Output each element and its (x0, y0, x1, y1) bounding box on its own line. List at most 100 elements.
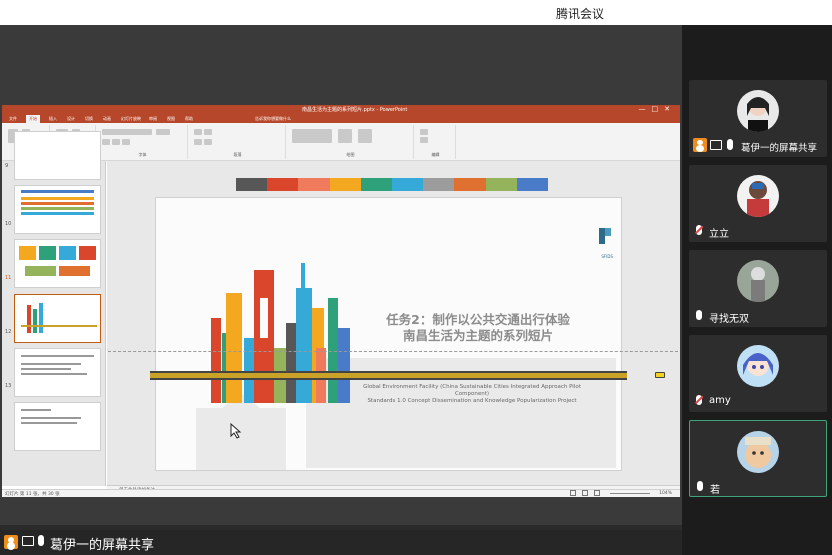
zoom-slider[interactable] (610, 493, 650, 494)
shared-screen: 南昌生活为主题的系列短片.pptx - PowerPoint —□✕ 文件 开始… (0, 25, 682, 525)
tab-animations[interactable]: 动画 (100, 115, 114, 123)
thumb-number: 13 (5, 383, 12, 389)
screen-share-icon (22, 536, 34, 546)
ppt-ribbon-tabs: 文件 开始 插入 设计 切换 动画 幻灯片放映 审阅 视图 帮助 告诉我你想要做… (2, 115, 680, 123)
avatar (737, 345, 779, 387)
slide-sorter-icon[interactable] (582, 490, 588, 496)
mouse-cursor-icon (230, 423, 242, 439)
ppt-window-controls[interactable]: —□✕ (639, 105, 676, 113)
reading-view-icon[interactable] (594, 490, 600, 496)
avatar (737, 431, 779, 473)
color-swatch (392, 178, 424, 191)
screen-share-label: 葛伊一的屏幕共享 (50, 538, 155, 553)
user-icon (693, 138, 707, 152)
ribbon-group-font: 字体 (98, 125, 188, 159)
color-swatch (485, 178, 517, 191)
sfids-logo-mark (599, 228, 611, 244)
slide-canvas[interactable]: 任务2：制作以公共交通出行体验 南昌生活为主题的系列短片 Global Envi… (155, 197, 622, 471)
microphone-icon (727, 139, 733, 150)
underline-button[interactable] (122, 139, 130, 145)
slide-title[interactable]: 任务2：制作以公共交通出行体验 南昌生活为主题的系列短片 (368, 312, 588, 344)
slide-logo-text: SFIDS (601, 254, 613, 259)
color-swatch (360, 178, 393, 191)
tell-me-search[interactable]: 告诉我你想要做什么 (252, 115, 294, 123)
slide-thumbnail[interactable] (14, 185, 101, 234)
bold-button[interactable] (102, 139, 110, 145)
italic-button[interactable] (112, 139, 120, 145)
slide-subtitle[interactable]: Global Environment Facility (China Susta… (352, 384, 592, 405)
microphone-icon (697, 481, 703, 491)
color-swatch (454, 178, 486, 191)
slide-title-line2: 南昌生活为主题的系列短片 (402, 328, 553, 343)
font-family-select[interactable] (102, 129, 152, 135)
microphone-icon (696, 310, 702, 320)
ppt-titlebar: 南昌生活为主题的系列短片.pptx - PowerPoint —□✕ (2, 105, 680, 115)
microphone-icon[interactable] (38, 535, 44, 546)
screen-share-icon (710, 140, 722, 150)
tab-home[interactable]: 开始 (26, 115, 40, 123)
meeting-stage: 南昌生活为主题的系列短片.pptx - PowerPoint —□✕ 文件 开始… (0, 25, 682, 555)
ribbon-group-paragraph: 段落 (190, 125, 286, 159)
participant-name: 葛伊一的屏幕共享 (741, 143, 818, 154)
participant-tile[interactable]: 葛伊一的屏幕共享 (689, 80, 827, 157)
city-skyline-illustration (211, 263, 350, 403)
quick-styles-button[interactable] (358, 129, 372, 143)
slide-thumbnail[interactable] (14, 239, 101, 288)
tab-review[interactable]: 审阅 (146, 115, 160, 123)
app-title: 腾讯会议 (556, 7, 605, 21)
ppt-ribbon: 剪贴板 幻灯片 字体 (2, 123, 680, 161)
align-center-button[interactable] (204, 139, 212, 145)
zoom-level[interactable]: 104% (659, 491, 672, 496)
replace-button[interactable] (420, 137, 428, 143)
avatar (737, 175, 779, 217)
tab-insert[interactable]: 插入 (46, 115, 60, 123)
participant-tile[interactable]: amy (689, 335, 827, 412)
participant-tile[interactable]: 寻找无双 (689, 250, 827, 327)
slide-thumbnail-selected[interactable] (14, 294, 101, 343)
screen-share-bar: 葛伊一的屏幕共享 (0, 530, 682, 555)
slide-title-line1: 任务2：制作以公共交通出行体验 (386, 312, 570, 327)
window-titlebar: 腾讯会议 (0, 0, 832, 25)
ribbon-group-drawing: 绘图 (288, 125, 414, 159)
font-size-select[interactable] (156, 129, 170, 135)
color-swatch-bar (236, 178, 549, 191)
normal-view-icon[interactable] (570, 490, 576, 496)
color-swatch (236, 178, 268, 191)
slide-thumbnail[interactable] (14, 348, 101, 397)
tab-help[interactable]: 帮助 (182, 115, 196, 123)
tab-design[interactable]: 设计 (64, 115, 78, 123)
ppt-status-bar: 幻灯片 第 11 张，共 30 张 104% (2, 489, 680, 497)
numbering-button[interactable] (204, 129, 212, 135)
tab-view[interactable]: 视图 (164, 115, 178, 123)
participant-sidebar: 葛伊一的屏幕共享 立立 寻找无双 amy 若 (682, 25, 832, 555)
slide-counter: 幻灯片 第 11 张，共 30 张 (5, 492, 60, 497)
participant-tile[interactable]: 立立 (689, 165, 827, 242)
user-avatar-icon (4, 535, 18, 549)
ribbon-group-label: 段落 (233, 152, 242, 157)
slide-thumbnail[interactable] (14, 402, 101, 451)
color-swatch (329, 178, 361, 191)
color-swatch (298, 178, 330, 191)
tab-file[interactable]: 文件 (6, 115, 20, 123)
participant-tile-active[interactable]: 若 (689, 420, 827, 497)
shapes-gallery[interactable] (292, 129, 332, 143)
bullets-button[interactable] (194, 129, 202, 135)
slide-thumbnails-pane: 9 10 11 12 13 (2, 131, 106, 486)
participant-name: 寻找无双 (709, 314, 749, 325)
align-left-button[interactable] (194, 139, 202, 145)
microphone-muted-icon (696, 395, 702, 405)
thumb-number: 12 (5, 329, 12, 335)
participant-name: 若 (710, 485, 720, 496)
participant-name: amy (709, 395, 731, 406)
ribbon-group-label: 编辑 (431, 152, 440, 157)
arrange-button[interactable] (338, 129, 352, 143)
tab-slideshow[interactable]: 幻灯片放映 (118, 115, 144, 123)
color-swatch (516, 178, 549, 191)
thumb-number: 10 (5, 221, 12, 227)
tab-transitions[interactable]: 切换 (82, 115, 96, 123)
guide-line (108, 351, 678, 352)
participant-name: 立立 (709, 229, 729, 240)
find-button[interactable] (420, 129, 428, 135)
slide-thumbnail[interactable] (14, 131, 101, 180)
bus-icon (655, 372, 665, 378)
